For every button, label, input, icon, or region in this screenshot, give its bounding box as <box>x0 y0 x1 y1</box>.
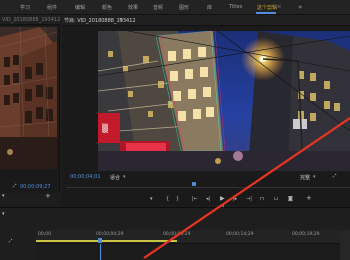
timeline-ruler[interactable]: 00;00 00;00;04;29 00;00;09;29 00;00;14;2… <box>36 230 350 244</box>
work-area-bar[interactable] <box>36 240 178 242</box>
program-preview-frame: ▒ <box>98 31 350 171</box>
timeline-tracks <box>36 244 350 260</box>
play-icon[interactable]: ▶ <box>220 196 225 202</box>
source-marker-icon[interactable]: ▾ <box>2 193 5 199</box>
workspace-audio[interactable]: 音频 <box>153 4 163 11</box>
source-monitor-tab[interactable]: VID_20180888_193412 <box>0 15 60 25</box>
transport-controls: ▾ { } |← ◂| ▶ |▸ →| ⊓ ⊔ ◙ + <box>140 195 350 205</box>
mark-out-icon[interactable]: } <box>176 196 179 202</box>
source-controls: 00;00;09;27 ▾ + <box>0 175 60 205</box>
quality-dropdown[interactable]: 完整 <box>300 174 310 181</box>
step-back-icon[interactable]: ◂| <box>206 196 210 202</box>
quality-chevron-icon[interactable]: ▾ <box>313 174 316 180</box>
active-workspace-indicator <box>256 12 276 14</box>
go-to-in-icon[interactable]: |← <box>192 196 198 202</box>
timeline-snap-icon[interactable]: ▾ <box>2 211 5 217</box>
fit-dropdown[interactable]: 适合 <box>110 174 120 181</box>
workspaces-bar: 学习 组件 编辑 颜色 效果 音频 图形 库 Titles 这个剪辑 ≡ » <box>0 0 350 15</box>
ruler-label: 00;00 <box>38 232 51 237</box>
workspace-graphics[interactable]: 图形 <box>179 4 189 11</box>
timeline-scrollbar[interactable] <box>340 230 350 260</box>
program-playhead[interactable] <box>191 182 196 186</box>
step-forward-icon[interactable]: |▸ <box>233 196 237 202</box>
program-tab-label: 节目: VID_20180888_193412 <box>64 18 136 24</box>
source-timecode[interactable]: 00;00;09;27 <box>20 184 51 190</box>
workspace-color[interactable]: 颜色 <box>102 4 112 11</box>
program-monitor-tab[interactable]: 节目: VID_20180888_193412 ≡ <box>62 15 350 26</box>
source-preview-frame <box>0 27 57 169</box>
timeline-playhead[interactable] <box>97 238 102 243</box>
workspace-learning[interactable]: 学习 <box>20 4 30 11</box>
tab-menu-icon[interactable]: ≡ <box>119 17 123 23</box>
wrench-icon[interactable] <box>12 183 17 190</box>
ruler-label: 00;00;09;29 <box>163 232 191 237</box>
export-frame-icon[interactable]: ◙ <box>288 196 293 202</box>
button-editor-icon[interactable]: + <box>306 195 312 202</box>
program-mini-ruler[interactable] <box>66 182 350 188</box>
wrench-icon[interactable] <box>332 173 337 180</box>
insert-icon[interactable]: ⊓ <box>260 196 264 202</box>
svg-text:▒: ▒ <box>102 123 109 133</box>
workspace-assembly[interactable]: 组件 <box>47 4 57 11</box>
add-icon[interactable]: + <box>45 193 51 200</box>
timeline-playhead-line <box>99 244 101 260</box>
mark-in-icon[interactable]: { <box>166 196 169 202</box>
source-frame-image <box>0 27 57 169</box>
ruler-label: 00;00;14;29 <box>226 232 254 237</box>
ruler-label: 00;00;19;29 <box>292 232 320 237</box>
overwrite-icon[interactable]: ⊔ <box>274 196 278 202</box>
timeline-wrench-icon[interactable] <box>8 238 13 245</box>
workspace-menu-icon[interactable]: ≡ <box>277 4 281 10</box>
ruler-label: 00;00;04;29 <box>96 232 124 237</box>
source-tab-label: VID_20180888_193412 <box>2 17 61 23</box>
workspace-libraries[interactable]: 库 <box>207 4 212 11</box>
more-workspaces-icon[interactable]: » <box>298 3 302 11</box>
workspace-active[interactable]: 这个剪辑 <box>257 4 277 11</box>
workspace-editing[interactable]: 编辑 <box>75 4 85 11</box>
add-marker-icon[interactable]: ▾ <box>150 196 153 202</box>
go-to-out-icon[interactable]: →| <box>246 196 252 202</box>
workspace-titles[interactable]: Titles <box>229 4 242 10</box>
workspace-effects[interactable]: 效果 <box>128 4 138 11</box>
program-frame-image: ▒ <box>98 31 350 171</box>
program-timecode[interactable]: 00;00;04;01 <box>70 174 101 180</box>
chevron-down-icon[interactable]: ▾ <box>123 174 126 180</box>
